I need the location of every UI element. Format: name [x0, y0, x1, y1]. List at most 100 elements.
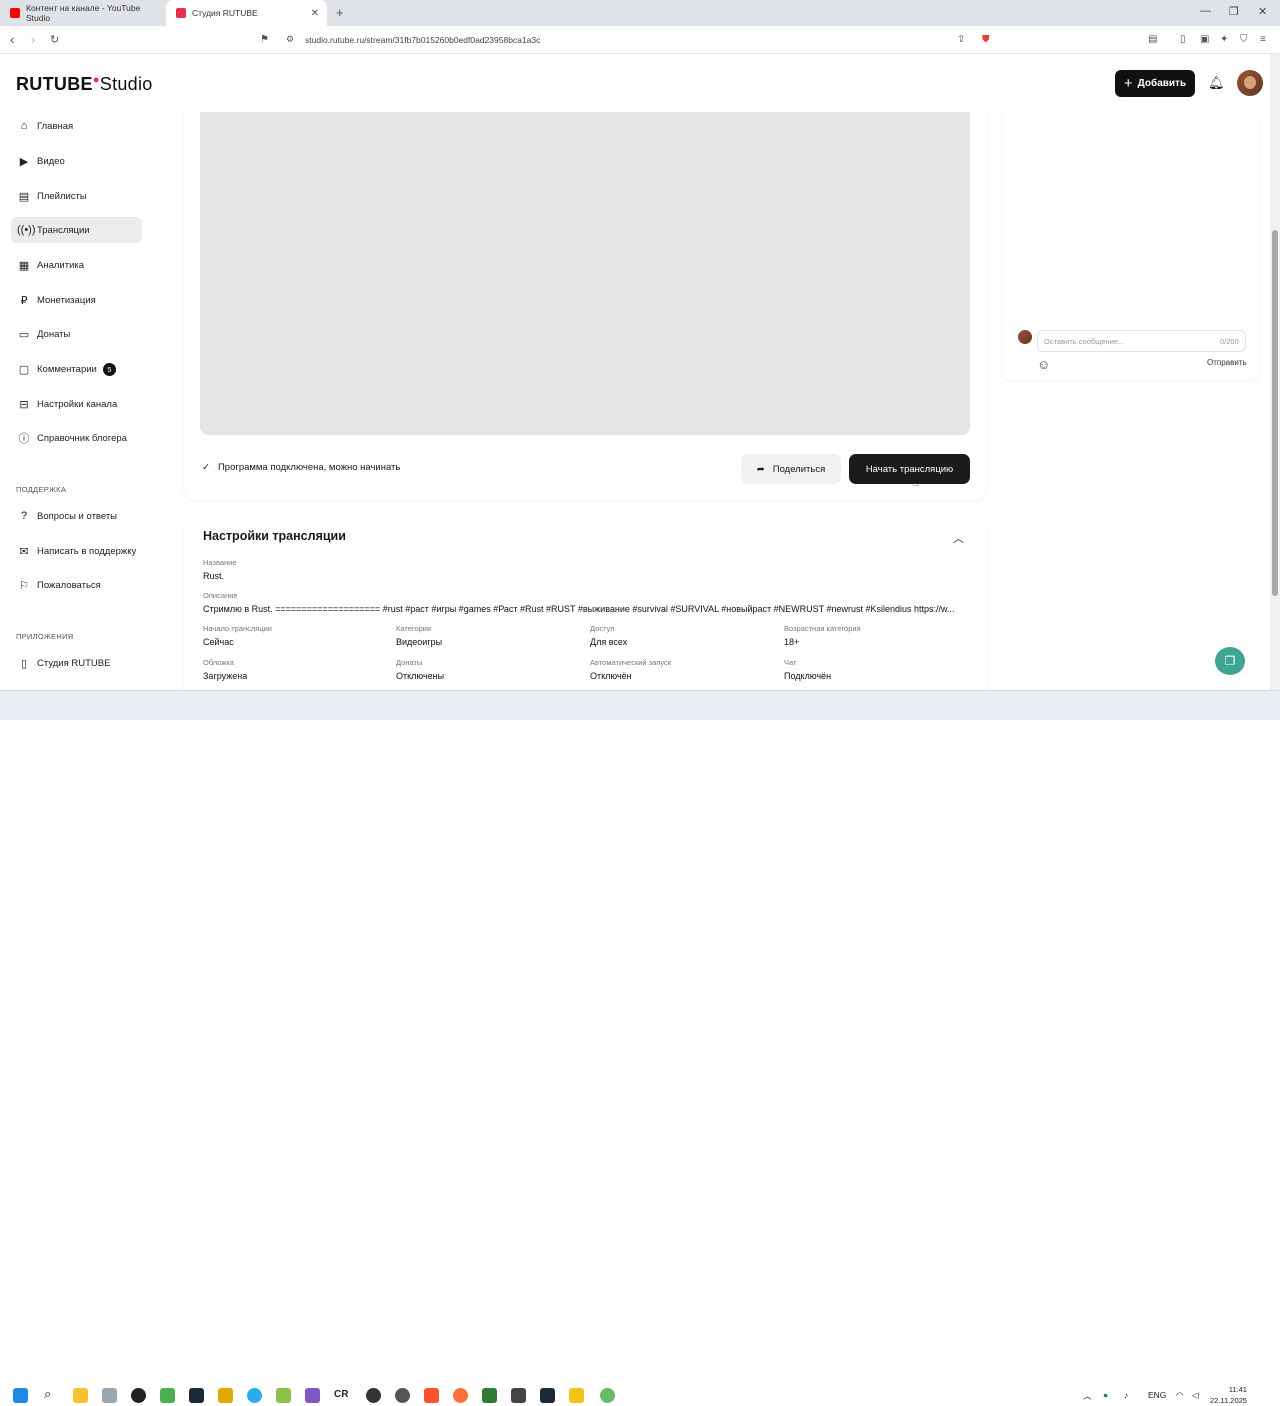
telegram-icon[interactable] — [247, 1388, 262, 1403]
sidebar-item-write-support[interactable]: ✉ Написать в поддержку — [11, 538, 142, 564]
app-icon[interactable] — [600, 1388, 615, 1403]
chevron-up-icon[interactable]: ︿ — [953, 530, 964, 546]
chat-setting-label: Чат — [784, 658, 797, 667]
sidebar-item-faq[interactable]: ? Вопросы и ответы — [11, 503, 142, 529]
brave-shield-icon[interactable]: ⛊ — [982, 34, 990, 45]
bookmark-icon[interactable]: ⚑ — [260, 34, 269, 45]
file-explorer-icon[interactable] — [73, 1388, 88, 1403]
playlist-icon: ▤ — [18, 190, 30, 203]
app-icon[interactable] — [305, 1388, 320, 1403]
rutube-studio-logo[interactable]: RUTUBE●Studio — [16, 74, 153, 95]
rutube-favicon-icon — [176, 8, 186, 18]
share-page-icon[interactable]: ⇪ — [957, 34, 965, 45]
maximize-icon[interactable]: ❐ — [1229, 5, 1239, 18]
share-button-label: Поделиться — [772, 463, 826, 475]
sidebar-item-studio-app[interactable]: ▯ Студия RUTUBE — [11, 650, 142, 676]
tray-overflow-icon[interactable]: ︿ — [1083, 1390, 1092, 1402]
sidebar-item-analytics[interactable]: ▦ Аналитика — [11, 252, 142, 278]
access-label: Доступ — [590, 624, 615, 633]
app-icon[interactable] — [511, 1388, 526, 1403]
app-icon[interactable] — [276, 1388, 291, 1403]
category-value: Видеоигры — [396, 637, 443, 647]
support-chat-icon[interactable]: ❐ — [1215, 647, 1245, 675]
wallet-icon[interactable]: ▣ — [1200, 34, 1209, 45]
notifications-bell-icon[interactable]: 🔔︎ — [1208, 75, 1225, 91]
firefox-icon[interactable] — [453, 1388, 468, 1403]
sidebar-item-label: Трансляции — [37, 224, 90, 236]
sidebar-item-home[interactable]: ⌂ Главная — [11, 113, 142, 139]
steam-icon[interactable] — [189, 1388, 204, 1403]
user-avatar[interactable] — [1237, 70, 1263, 96]
close-window-icon[interactable]: ✕ — [1258, 5, 1267, 18]
scrollbar-thumb[interactable] — [1272, 230, 1278, 596]
sidebar-item-donations[interactable]: ▭ Донаты — [11, 321, 142, 347]
sidebar-item-monetization[interactable]: ₽ Монетизация — [11, 287, 142, 313]
home-icon: ⌂ — [20, 120, 28, 132]
tray-app-icon[interactable]: ● — [1103, 1390, 1108, 1400]
menu-icon[interactable]: ≡ — [1260, 34, 1266, 45]
app-icon[interactable] — [218, 1388, 233, 1403]
forward-icon[interactable]: › — [31, 32, 35, 47]
sidebar-icon[interactable]: ▯ — [1180, 34, 1186, 45]
vpn-icon[interactable]: ⛉ — [1240, 34, 1248, 45]
brave-icon[interactable] — [424, 1388, 439, 1403]
sidebar-item-video[interactable]: ▶ Видео — [11, 148, 142, 174]
add-button[interactable]: + Добавить — [1115, 70, 1195, 97]
share-button[interactable]: ➦ Поделиться — [741, 454, 841, 484]
reload-icon[interactable]: ↻ — [50, 33, 59, 46]
leo-icon[interactable]: ✦ — [1220, 34, 1228, 45]
apps-heading: ПРИЛОЖЕНИЯ — [16, 632, 74, 641]
windows-start-icon[interactable] — [13, 1388, 28, 1403]
phone-icon: ▯ — [20, 657, 28, 670]
sidebar-item-report[interactable]: ⚐ Пожаловаться — [11, 572, 142, 598]
sidebar-item-channel-settings[interactable]: ⊟ Настройки канала — [11, 391, 142, 417]
sidebar-item-comments[interactable]: ▢ Комментарии 5 — [11, 356, 142, 382]
windows-taskbar: ⌕ CR ︿ ● ♪ ENG ◠ ◁ 11:41 22.11.2025 — [0, 690, 1280, 1405]
send-message-button[interactable]: Отправить — [1207, 358, 1247, 367]
app-icon[interactable] — [366, 1388, 381, 1403]
name-label: Название — [203, 558, 237, 567]
sidebar-item-label: Комментарии — [37, 363, 97, 375]
sidebar-item-label: Написать в поддержку — [37, 545, 137, 557]
app-icon[interactable] — [160, 1388, 175, 1403]
app-icon[interactable] — [482, 1388, 497, 1403]
sidebar-item-playlists[interactable]: ▤ Плейлисты — [11, 183, 142, 209]
language-indicator[interactable]: ENG — [1148, 1390, 1166, 1400]
sidebar-item-blogger-guide[interactable]: ⓘ Справочник блогера — [11, 425, 142, 451]
close-tab-icon[interactable]: ✕ — [311, 8, 319, 19]
url-input[interactable]: studio.rutube.ru/stream/31fb7b015260b0ed… — [305, 35, 540, 45]
search-icon[interactable]: ⌕ — [44, 1386, 59, 1401]
description-value: Стримлю в Rust. ==================== #ru… — [203, 604, 955, 614]
chat-message-input[interactable]: Оставить сообщение... — [1037, 330, 1246, 352]
plus-icon: + — [1123, 75, 1133, 92]
tab-label: Контент на канале - YouTube Studio — [26, 3, 141, 23]
mouse-pointer-icon: ☝ — [912, 475, 920, 489]
back-icon[interactable]: ‹ — [10, 32, 14, 47]
logo-brand: RUTUBE — [16, 74, 93, 94]
wifi-icon[interactable]: ◠ — [1176, 1390, 1183, 1401]
sidebar-item-broadcasts[interactable]: ((•)) Трансляции — [11, 217, 142, 243]
app-icon[interactable] — [395, 1388, 410, 1403]
emoji-icon[interactable]: ☺ — [1037, 357, 1050, 372]
volume-icon[interactable]: ◁ — [1192, 1390, 1199, 1401]
tab-youtube-studio[interactable]: Контент на канале - YouTube Studio — [0, 0, 165, 26]
new-tab-icon[interactable]: + — [336, 5, 344, 20]
sidebar-item-label: Студия RUTUBE — [37, 657, 111, 669]
donations-label: Донаты — [396, 658, 423, 667]
reader-icon[interactable]: ▤ — [1148, 34, 1157, 45]
minimize-icon[interactable]: — — [1200, 5, 1211, 17]
start-stream-button[interactable]: Начать трансляцию — [849, 454, 970, 484]
sidebar-item-label: Главная — [37, 120, 74, 132]
connection-status-text: Программа подключена, можно начинать — [217, 462, 401, 473]
system-clock[interactable]: 11:41 22.11.2025 — [1210, 1384, 1247, 1406]
app-icon[interactable] — [102, 1388, 117, 1403]
obs-icon[interactable] — [131, 1388, 146, 1403]
age-rating-label: Возрастная категория — [784, 624, 861, 633]
app-icon[interactable]: CR — [334, 1389, 349, 1404]
site-info-icon[interactable]: ⚙ — [286, 34, 294, 45]
app-icon[interactable] — [569, 1388, 584, 1403]
start-stream-label: Начать трансляцию — [865, 463, 954, 475]
tab-rutube-studio[interactable]: Студия RUTUBE ✕ — [166, 0, 327, 26]
steam-icon[interactable] — [540, 1388, 555, 1403]
microphone-icon[interactable]: ♪ — [1124, 1390, 1128, 1400]
